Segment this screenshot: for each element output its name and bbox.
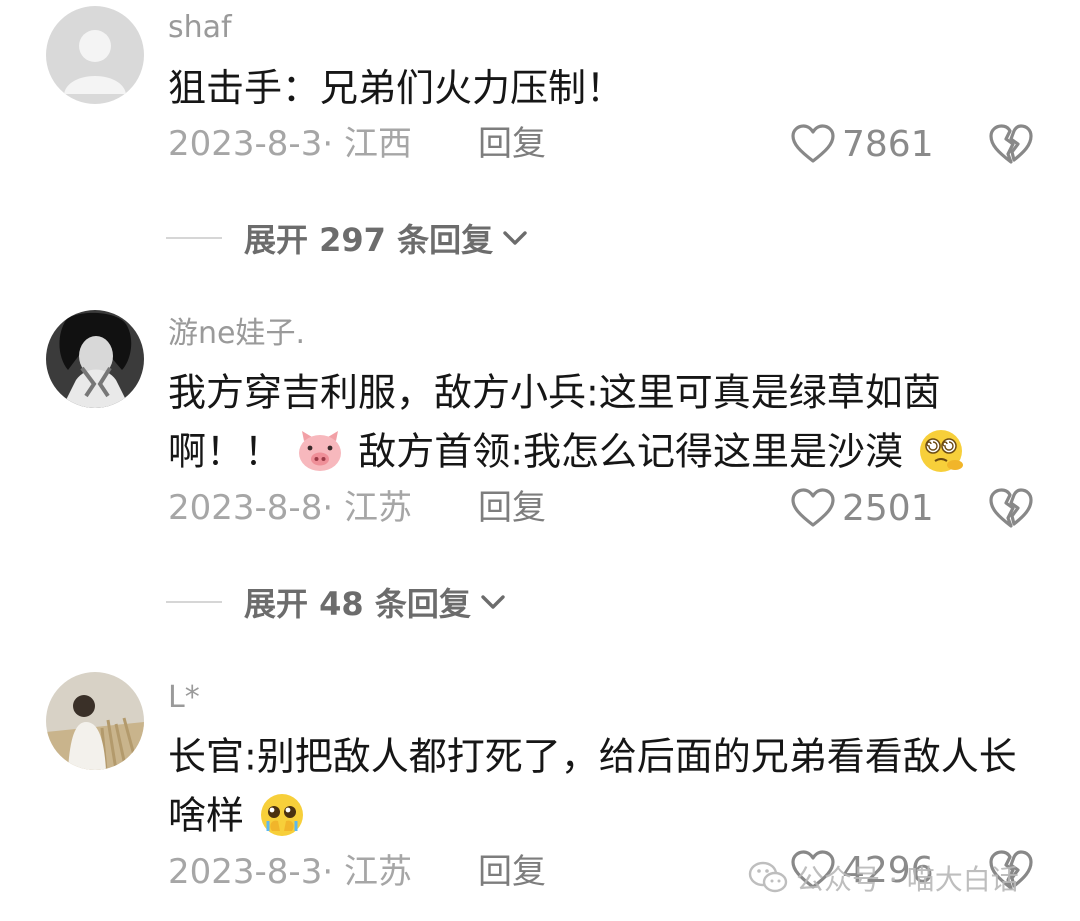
reply-button[interactable]: 回复 (478, 852, 546, 892)
heart-outline-icon (791, 124, 835, 163)
expand-replies-1[interactable]: 展开 297 条回复 (166, 216, 529, 260)
heart-outline-icon (791, 488, 835, 527)
comment-meta: 2023-8-3· 江苏 (168, 852, 412, 892)
dizzy-face-emoji-icon (917, 427, 965, 475)
comment-text-part2: 敌方首领:我怎么记得这里是沙漠 (358, 429, 904, 473)
broken-heart-icon (989, 124, 1033, 164)
comment-text: 狙击手：兄弟们火力压制！ (168, 66, 625, 110)
expand-label: 展开 48 条回复 (244, 585, 471, 623)
comment-meta: 2023-8-8· 江苏 (168, 488, 412, 528)
chevron-down-icon (503, 231, 527, 245)
reply-button[interactable]: 回复 (478, 488, 546, 528)
comment-text: 我方穿吉利服，敌方小兵:这里可真是绿草如茵啊！！ 敌方首领:我怎么记得这里是沙漠 (168, 362, 1048, 479)
dislike-button[interactable] (988, 486, 1034, 530)
user-avatar[interactable] (46, 310, 144, 408)
chevron-down-icon (481, 595, 505, 609)
watermark-text: 公众号 · 喵大白话 (796, 863, 1019, 896)
like-button[interactable]: 7861 (790, 120, 934, 168)
like-button[interactable]: 2501 (790, 484, 934, 532)
default-avatar[interactable] (46, 6, 144, 104)
username[interactable]: 游ne娃子. (168, 316, 305, 352)
divider-line (166, 601, 222, 603)
user-avatar[interactable] (46, 672, 144, 770)
broken-heart-icon (989, 488, 1033, 528)
reply-button[interactable]: 回复 (478, 124, 546, 164)
username[interactable]: L* (168, 680, 200, 716)
comment-meta: 2023-8-3· 江西 (168, 124, 412, 164)
expand-replies-2[interactable]: 展开 48 条回复 (166, 580, 507, 624)
wechat-icon (748, 861, 788, 893)
like-count: 2501 (842, 487, 934, 529)
expand-label: 展开 297 条回复 (244, 221, 494, 259)
username[interactable]: shaf (168, 10, 232, 46)
watermark: 公众号 · 喵大白话 (748, 858, 1019, 898)
pig-emoji-icon (296, 427, 344, 475)
like-count: 7861 (842, 123, 934, 165)
dislike-button[interactable] (988, 122, 1034, 166)
comment-text: 长官:别把敌人都打死了，给后面的兄弟看看敌人长啥样 (168, 726, 1048, 843)
pleading-face-emoji-icon (258, 791, 306, 839)
divider-line (166, 237, 222, 239)
